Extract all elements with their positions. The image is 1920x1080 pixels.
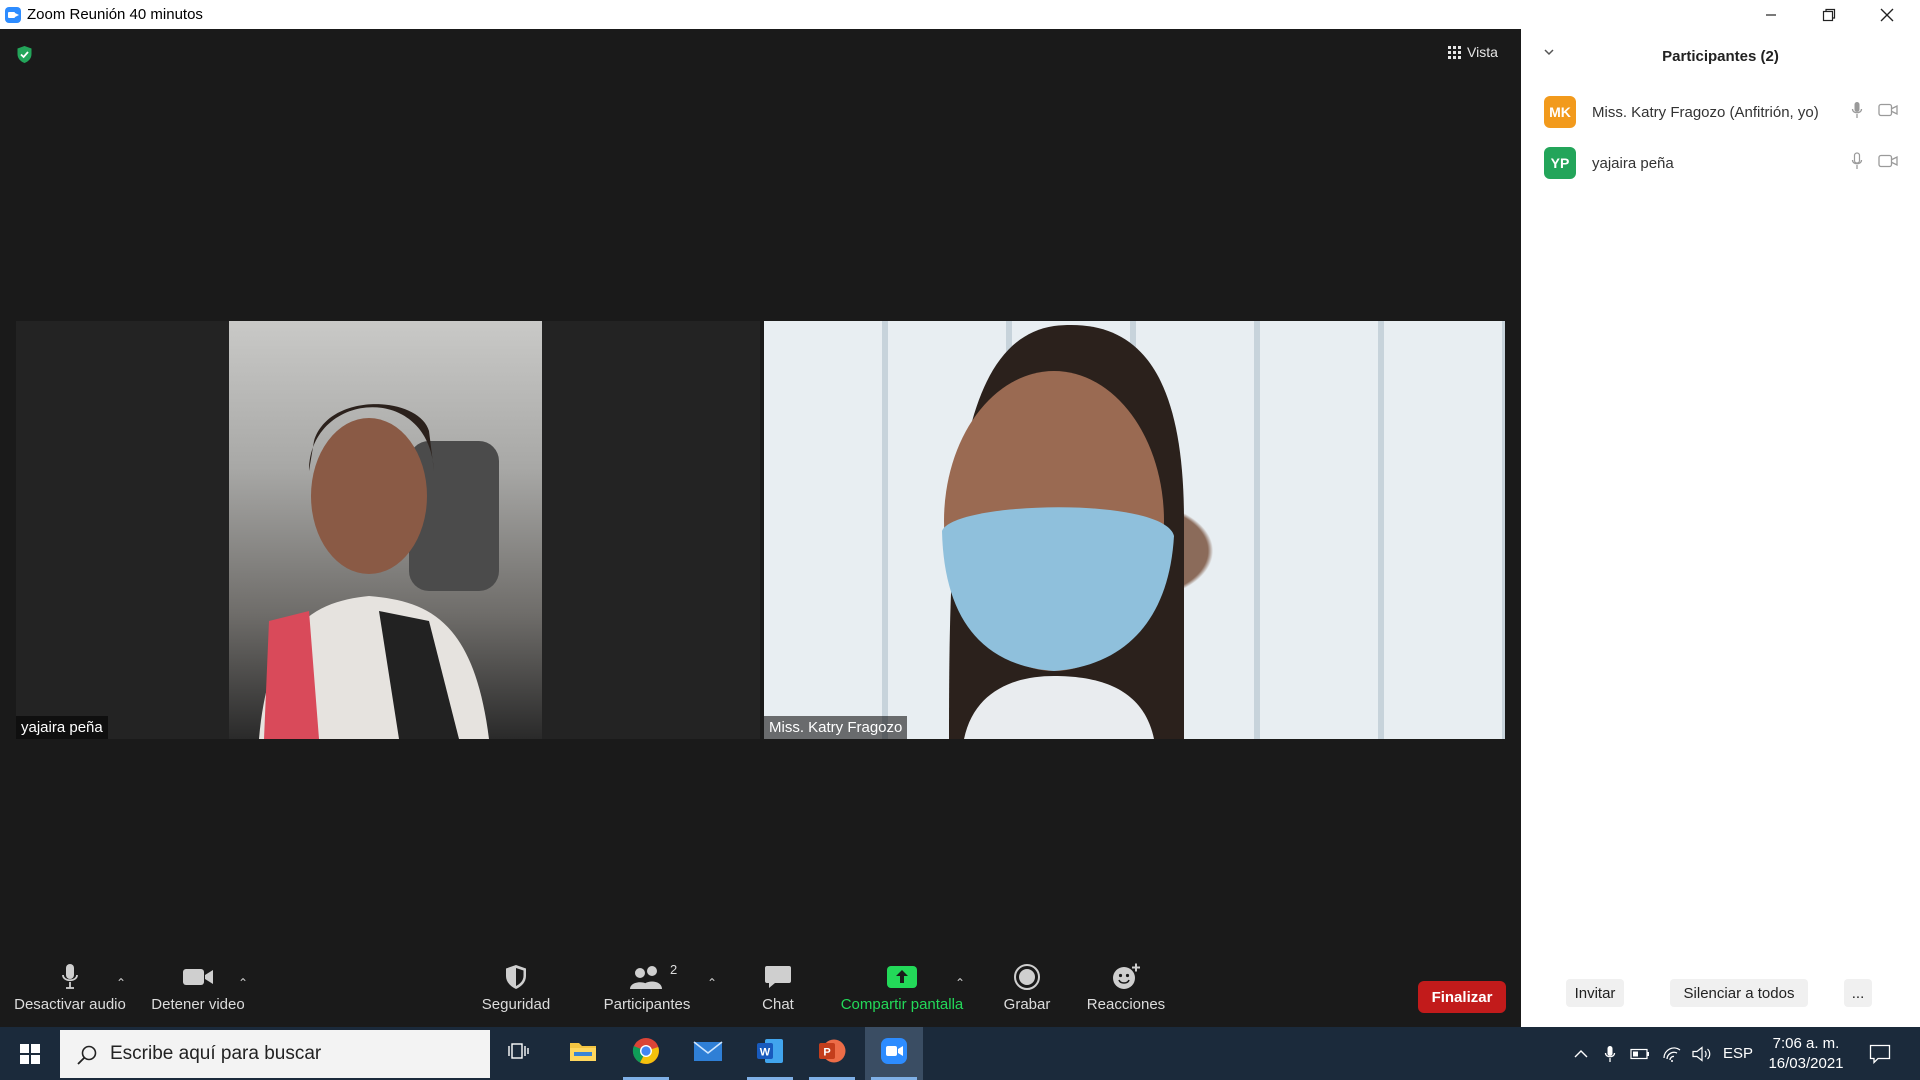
- close-button[interactable]: [1858, 0, 1916, 29]
- clock-date: 16/03/2021: [1768, 1055, 1844, 1072]
- tile-name-label: Miss. Katry Fragozo: [764, 716, 908, 739]
- taskbar-powerpoint[interactable]: P: [803, 1027, 861, 1080]
- record-icon: [1014, 960, 1040, 994]
- view-button[interactable]: Vista: [1448, 41, 1498, 63]
- zoom-app-icon: [5, 7, 21, 23]
- audio-options-chevron-up-icon[interactable]: ⌃: [116, 976, 126, 990]
- task-view-button[interactable]: [490, 1027, 548, 1080]
- stop-video-button[interactable]: Detener video: [146, 960, 250, 1027]
- participants-count: 2: [670, 962, 678, 977]
- windows-taskbar: Escribe aquí para buscar W P ESP 7:06 a.…: [0, 1027, 1920, 1080]
- folder-icon: [569, 1040, 597, 1067]
- share-screen-button[interactable]: Compartir pantalla: [836, 960, 968, 1027]
- view-label: Vista: [1467, 44, 1498, 60]
- task-view-icon: [508, 1041, 530, 1066]
- restore-button[interactable]: [1800, 0, 1858, 29]
- show-hidden-icons-chevron-up-icon[interactable]: [1568, 1027, 1594, 1080]
- mute-label: Desactivar audio: [14, 996, 126, 1013]
- video-frame-image: [942, 325, 1184, 739]
- window-title: Zoom Reunión 40 minutos: [27, 6, 203, 23]
- participant-row[interactable]: MK Miss. Katry Fragozo (Anfitrión, yo): [1521, 90, 1920, 134]
- security-shield-icon: [504, 960, 528, 994]
- participants-icon: 2: [630, 960, 677, 994]
- battery-icon[interactable]: [1626, 1027, 1654, 1080]
- panel-title: Participantes (2): [1662, 48, 1779, 65]
- microphone-icon: [61, 960, 79, 994]
- share-options-chevron-up-icon[interactable]: ⌃: [955, 976, 965, 990]
- input-language[interactable]: ESP: [1720, 1027, 1756, 1080]
- taskbar-search[interactable]: Escribe aquí para buscar: [60, 1030, 490, 1078]
- panel-footer: Invitar Silenciar a todos ...: [1521, 979, 1920, 1019]
- participants-options-chevron-up-icon[interactable]: ⌃: [707, 976, 717, 990]
- svg-text:P: P: [823, 1047, 830, 1059]
- minimize-button[interactable]: [1742, 0, 1800, 29]
- meeting-area: Vista yajaira peña Miss. Katry Fragozo: [0, 29, 1521, 1027]
- video-camera-icon[interactable]: [1878, 154, 1898, 173]
- mute-all-button[interactable]: Silenciar a todos: [1670, 979, 1808, 1007]
- taskbar-chrome[interactable]: [617, 1027, 675, 1080]
- participant-video: [764, 321, 1505, 739]
- start-button[interactable]: [0, 1027, 60, 1080]
- participant-video: [229, 321, 542, 739]
- word-icon: W: [756, 1038, 784, 1069]
- taskbar-mail[interactable]: [679, 1027, 737, 1080]
- security-label: Seguridad: [481, 996, 551, 1013]
- end-meeting-button[interactable]: Finalizar: [1418, 981, 1506, 1013]
- powerpoint-icon: P: [818, 1038, 846, 1069]
- clock-time: 7:06 a. m.: [1772, 1035, 1840, 1052]
- stop-video-label: Detener video: [151, 996, 245, 1013]
- record-button[interactable]: Grabar: [996, 960, 1058, 1027]
- chat-label: Chat: [762, 996, 794, 1013]
- participants-label: Participantes: [603, 996, 691, 1013]
- tile-name-label: yajaira peña: [16, 716, 108, 739]
- system-clock[interactable]: 7:06 a. m. 16/03/2021: [1760, 1034, 1852, 1074]
- taskbar-word[interactable]: W: [741, 1027, 799, 1080]
- grid-icon: [1448, 45, 1461, 59]
- participants-panel: Participantes (2) MK Miss. Katry Fragozo…: [1521, 29, 1920, 1027]
- tray-microphone-icon[interactable]: [1597, 1027, 1623, 1080]
- encryption-shield-icon[interactable]: [16, 45, 33, 64]
- notifications-icon[interactable]: [1860, 1027, 1900, 1080]
- taskbar-file-explorer[interactable]: [554, 1027, 612, 1080]
- chat-button[interactable]: Chat: [748, 960, 808, 1027]
- avatar: MK: [1544, 96, 1576, 128]
- more-options-button[interactable]: ...: [1844, 979, 1872, 1007]
- reactions-label: Reacciones: [1086, 996, 1166, 1013]
- chat-bubble-icon: [764, 960, 792, 994]
- microphone-icon[interactable]: [1851, 151, 1863, 175]
- video-frame-image: [259, 404, 499, 739]
- microphone-icon[interactable]: [1851, 101, 1863, 124]
- volume-icon[interactable]: [1688, 1027, 1716, 1080]
- avatar: YP: [1544, 147, 1576, 179]
- participants-button[interactable]: 2 Participantes: [598, 960, 696, 1027]
- reactions-button[interactable]: Reacciones: [1086, 960, 1166, 1027]
- video-options-chevron-up-icon[interactable]: ⌃: [238, 976, 248, 990]
- participant-name: Miss. Katry Fragozo (Anfitrión, yo): [1592, 103, 1819, 121]
- svg-text:W: W: [760, 1047, 771, 1059]
- windows-logo-icon: [20, 1043, 40, 1064]
- record-label: Grabar: [1003, 996, 1051, 1013]
- video-tile[interactable]: yajaira peña: [16, 321, 760, 739]
- wifi-icon[interactable]: [1658, 1027, 1686, 1080]
- share-screen-label: Compartir pantalla: [840, 996, 964, 1013]
- video-camera-icon[interactable]: [1878, 103, 1898, 122]
- mail-icon: [693, 1040, 723, 1067]
- search-icon: [76, 1044, 98, 1071]
- video-tile[interactable]: Miss. Katry Fragozo: [764, 321, 1505, 739]
- panel-header: Participantes (2): [1521, 29, 1920, 86]
- share-screen-icon: [887, 960, 917, 994]
- mute-button[interactable]: Desactivar audio: [10, 960, 130, 1027]
- security-button[interactable]: Seguridad: [476, 960, 556, 1027]
- meeting-toolbar: Desactivar audio ⌃ Detener video ⌃ Segur…: [0, 960, 1521, 1027]
- taskbar-zoom[interactable]: [865, 1027, 923, 1080]
- emoji-add-icon: [1111, 960, 1141, 994]
- chrome-icon: [632, 1037, 660, 1070]
- invite-button[interactable]: Invitar: [1566, 979, 1624, 1007]
- window-titlebar: Zoom Reunión 40 minutos: [0, 0, 1920, 29]
- participant-name: yajaira peña: [1592, 154, 1674, 172]
- search-placeholder: Escribe aquí para buscar: [110, 1043, 322, 1064]
- zoom-icon: [880, 1037, 908, 1070]
- participant-row[interactable]: YP yajaira peña: [1521, 141, 1920, 185]
- video-camera-icon: [182, 960, 214, 994]
